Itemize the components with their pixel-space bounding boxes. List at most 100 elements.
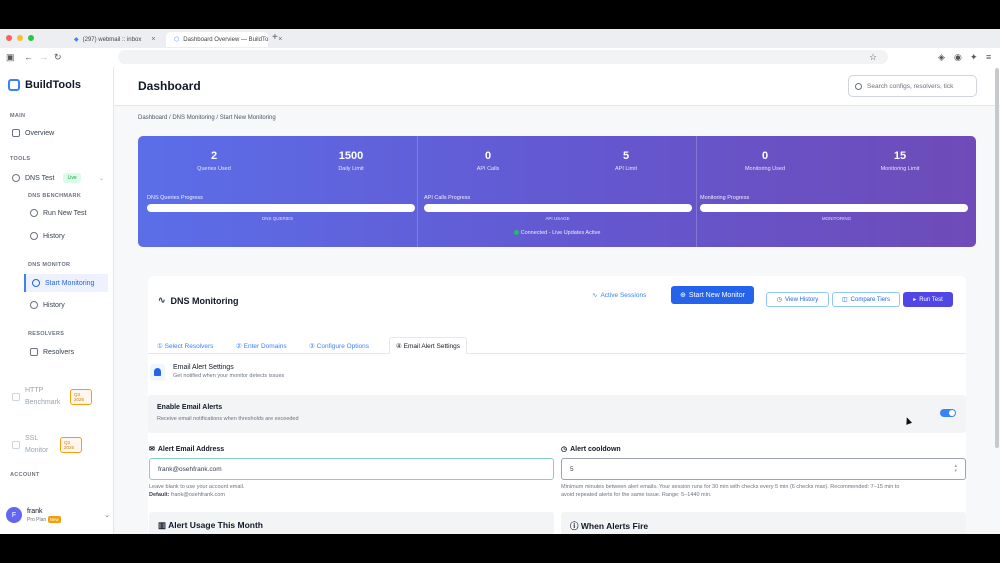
browser-chrome: ◆ (297) webmail :: inbox × ⬡ Dashboard O… — [0, 29, 1000, 67]
minimize-window-button[interactable] — [17, 35, 23, 41]
page-scrollbar[interactable] — [995, 68, 999, 448]
sidebar-item-overview[interactable]: Overview — [12, 129, 54, 137]
avatar: F — [6, 507, 22, 523]
enable-email-alerts-row: Enable Email Alerts Receive email notifi… — [148, 395, 966, 433]
email-alert-header: Email Alert Settings Get notified when y… — [150, 364, 284, 381]
back-icon[interactable]: ← — [24, 52, 33, 62]
section-dns-benchmark: DNS BENCHMARK — [28, 193, 82, 199]
dns-progress-bar — [147, 204, 415, 212]
info-icon: ⓘ — [570, 521, 579, 531]
breadcrumb: Dashboard / DNS Monitoring / Start New M… — [138, 115, 276, 121]
tab-enter-domains[interactable]: ② Enter Domains — [236, 337, 287, 354]
live-badge: Live — [63, 173, 81, 183]
email-alert-title: Email Alert Settings — [173, 364, 234, 371]
sidebar-item-http-benchmark: HTTP Benchmark Q3 2026 — [12, 385, 104, 409]
section-resolvers: RESOLVERS — [28, 331, 65, 337]
activity-icon: ∿ — [592, 292, 598, 299]
sidebar: BuildTools MAIN Overview TOOLS DNS Test … — [0, 67, 114, 534]
api-limit: 5 — [622, 150, 630, 162]
tab-select-resolvers[interactable]: ① Select Resolvers — [157, 337, 213, 354]
monitoring-used: 0 — [761, 150, 769, 162]
sidebar-item-benchmark-history[interactable]: History — [30, 232, 65, 240]
new-tab-icon[interactable]: + — [272, 32, 278, 43]
user-menu[interactable]: F frank Pro Plan New ⌄ — [6, 501, 110, 529]
search-input[interactable]: Search configs, resolvers, tick — [848, 75, 977, 97]
view-history-button[interactable]: ◷ View History — [766, 292, 829, 307]
lock-icon — [12, 441, 20, 449]
buildtools-logo-icon — [8, 79, 20, 91]
maximize-window-button[interactable] — [28, 35, 34, 41]
number-stepper-icon[interactable]: ▴ ▾ — [954, 464, 957, 474]
sidebar-item-resolvers[interactable]: Resolvers — [30, 348, 74, 356]
alert-cooldown-input[interactable]: 5 ▴ ▾ — [561, 458, 966, 480]
lightning-icon — [12, 393, 20, 401]
connection-status: Connected - Live Updates Active — [138, 230, 976, 236]
browser-tab-dashboard[interactable]: ⬡ Dashboard Overview — BuildTo × — [166, 32, 282, 47]
section-main: MAIN — [10, 113, 26, 119]
coming-soon-badge: Q3 2026 — [60, 436, 82, 454]
bar-chart-icon: ▥ — [158, 520, 167, 530]
account-icon[interactable]: ◉ — [954, 52, 962, 63]
alert-cooldown-help: Minimum minutes between alert emails. Yo… — [561, 484, 900, 498]
bookmark-star-icon[interactable]: ☆ — [869, 52, 877, 63]
enable-email-alerts-toggle[interactable] — [940, 409, 956, 417]
monitoring-progress-bar — [700, 204, 968, 212]
dashboard-icon — [12, 129, 20, 137]
user-name: frank — [27, 507, 43, 515]
wizard-tabs: ① Select Resolvers ② Enter Domains ③ Con… — [148, 337, 966, 354]
play-icon: ▸ — [913, 297, 917, 303]
shield-icon[interactable]: ◈ — [938, 52, 945, 63]
sidebar-item-dns-test[interactable]: DNS Test Live ⌄ — [12, 173, 104, 183]
sidebar-toggle-icon[interactable]: ▣ — [6, 52, 15, 63]
compare-icon: ◫ — [841, 297, 848, 303]
run-test-button[interactable]: ▸ Run Test — [903, 292, 953, 307]
mail-icon: ◆ — [74, 37, 79, 43]
tab-email-alert-settings[interactable]: ④ Email Alert Settings — [389, 337, 467, 354]
close-window-button[interactable] — [6, 35, 12, 41]
sidebar-item-monitor-history[interactable]: History — [30, 301, 65, 309]
alert-email-input[interactable]: frank@osehfrank.com — [149, 458, 554, 480]
menu-icon[interactable]: ≡ — [986, 52, 991, 62]
dns-monitoring-title: ∿ DNS Monitoring — [158, 295, 239, 306]
server-icon — [30, 348, 38, 356]
api-calls-used: 0 — [484, 150, 492, 162]
start-new-monitor-button[interactable]: ⊕ Start New Monitor — [671, 286, 754, 304]
chevron-down-icon[interactable]: ⌄ — [99, 175, 104, 182]
bell-icon — [150, 364, 165, 381]
forward-icon[interactable]: → — [39, 52, 48, 62]
when-alerts-fire-card: ⓘ When Alerts Fire — [561, 512, 966, 534]
coming-soon-badge: Q3 2026 — [70, 388, 92, 406]
section-tools: TOOLS — [10, 156, 31, 162]
close-tab-icon[interactable]: × — [278, 36, 282, 43]
close-tab-icon[interactable]: × — [151, 36, 155, 43]
dns-queries-used: 2 — [210, 150, 218, 162]
sidebar-item-start-monitoring[interactable]: Start Monitoring — [24, 274, 108, 292]
alert-usage-card: ▥ Alert Usage This Month — [149, 512, 554, 534]
play-icon — [30, 209, 38, 217]
email-alert-subtitle: Get notified when your monitor detects i… — [173, 373, 285, 379]
alert-cooldown-label: ◷ Alert cooldown — [561, 445, 621, 454]
search-icon — [12, 174, 20, 182]
window-controls — [6, 35, 34, 41]
new-badge: New — [47, 515, 61, 523]
sidebar-item-run-new-test[interactable]: Run New Test — [30, 209, 86, 217]
brand[interactable]: BuildTools — [8, 79, 81, 91]
section-dns-monitor: DNS MONITOR — [28, 262, 71, 268]
page-title: Dashboard — [138, 79, 201, 93]
play-icon — [32, 279, 40, 287]
plus-circle-icon: ⊕ — [680, 292, 686, 299]
address-bar[interactable] — [118, 50, 888, 64]
browser-nav-bar: ▣ ← → ↻ ☆ ◈ ◉ ✦ ≡ — [0, 48, 1000, 67]
compare-tiers-button[interactable]: ◫ Compare Tiers — [832, 292, 900, 307]
browser-tab-bar: ◆ (297) webmail :: inbox × ⬡ Dashboard O… — [0, 29, 1000, 47]
alert-email-label: ✉ Alert Email Address — [149, 445, 225, 454]
alert-email-help: Leave blank to use your account email. D… — [149, 484, 245, 498]
extensions-icon[interactable]: ✦ — [970, 52, 978, 63]
chevron-down-icon[interactable]: ⌄ — [104, 511, 110, 519]
clock-icon — [30, 301, 38, 309]
browser-tab-webmail[interactable]: ◆ (297) webmail :: inbox × — [66, 32, 166, 47]
usage-stats-banner: 2 Queries Used 1500 Daily Limit DNS Quer… — [138, 136, 976, 247]
tab-configure-options[interactable]: ③ Configure Options — [309, 337, 369, 354]
active-sessions-button[interactable]: ∿ Active Sessions — [592, 291, 646, 300]
reload-icon[interactable]: ↻ — [54, 52, 62, 63]
